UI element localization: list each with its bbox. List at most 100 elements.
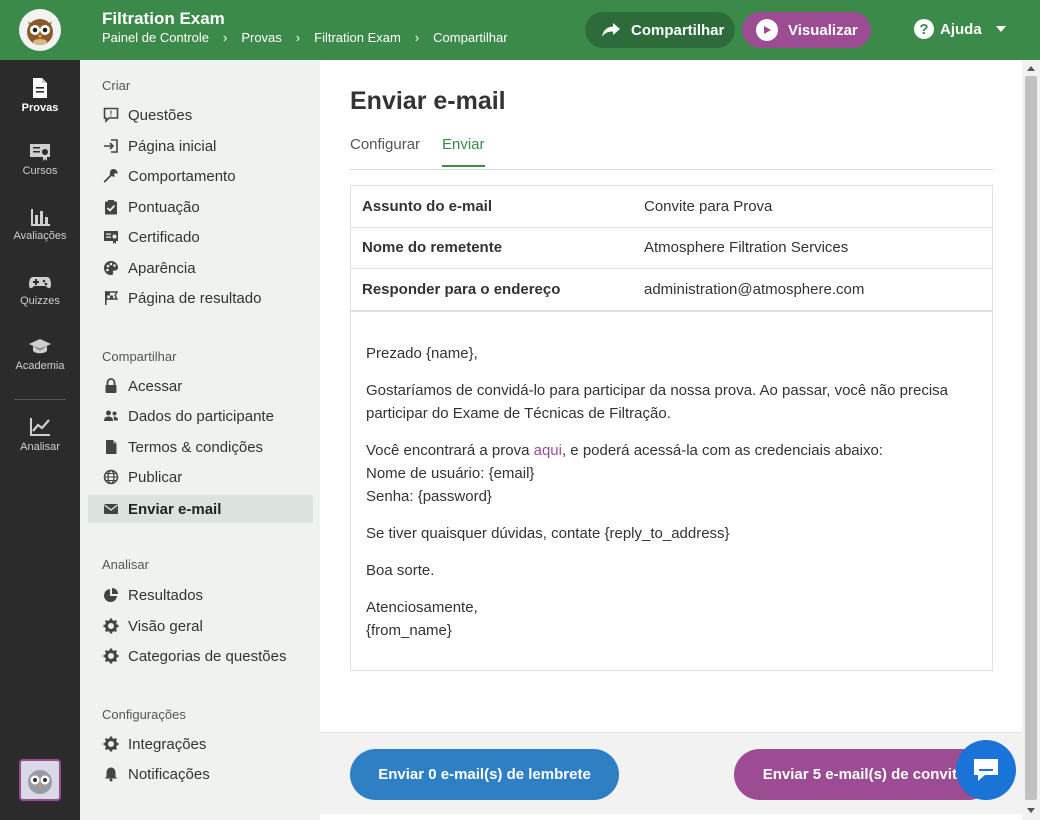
sidebar-item-label: Notificações <box>128 765 210 783</box>
sidebar-item-label: Certificado <box>128 228 200 246</box>
share-arrow-icon <box>602 23 620 37</box>
field-label: Assunto do e-mail <box>362 197 493 215</box>
breadcrumb-exam[interactable]: Filtration Exam <box>314 30 401 45</box>
avatar[interactable] <box>19 759 61 801</box>
email-body-preview: Prezado {name}, Gostaríamos de convidá-l… <box>350 310 993 671</box>
sidebar-item-overview[interactable]: Visão geral <box>88 612 313 640</box>
nav-item-tests[interactable]: Provas <box>0 77 80 114</box>
nav-item-analyze[interactable]: Analisar <box>0 416 80 453</box>
caret-down-icon <box>995 26 1006 32</box>
nav-item-courses[interactable]: Cursos <box>0 142 80 177</box>
share-button-label: Compartilhar <box>631 21 725 39</box>
users-icon <box>102 407 120 425</box>
field-value: administration@atmosphere.com <box>644 280 865 298</box>
sidebar-item-behavior[interactable]: Comportamento <box>88 162 313 190</box>
nav-item-academy[interactable]: Academia <box>0 337 80 372</box>
comment-question-icon: ! <box>102 106 120 124</box>
preview-button-label: Visualizar <box>788 21 858 39</box>
sidebar-item-label: Página inicial <box>128 137 217 155</box>
play-icon <box>756 19 778 41</box>
certificate-icon <box>102 228 120 246</box>
email-greeting: Prezado {name}, <box>366 345 478 362</box>
sidebar-item-label: Visão geral <box>128 617 203 635</box>
send-reminder-button[interactable]: Enviar 0 e-mail(s) de lembrete <box>350 749 619 800</box>
app-logo-container[interactable] <box>0 0 80 60</box>
section-title-share: Compartilhar <box>102 349 177 364</box>
nav-item-quizzes[interactable]: Quizzes <box>0 272 80 307</box>
bar-chart-icon <box>31 209 50 226</box>
breadcrumb-tests[interactable]: Provas <box>241 30 281 45</box>
sidebar-item-homepage[interactable]: Página inicial <box>88 132 313 160</box>
send-invite-button[interactable]: Enviar 5 e-mail(s) de convite <box>734 749 994 800</box>
sidebar-item-integrations[interactable]: Integrações <box>88 730 313 758</box>
document-icon <box>33 78 47 98</box>
tab-configure[interactable]: Configurar <box>350 136 420 165</box>
question-circle-icon: ? <box>914 19 934 39</box>
sidebar-item-notifications[interactable]: Notificações <box>88 760 313 788</box>
username-line: Nome de usuário: {email} <box>366 465 535 482</box>
action-footer: Enviar 0 e-mail(s) de lembrete Enviar 5 … <box>320 732 1022 814</box>
sign-in-icon <box>102 137 120 155</box>
flag-checkered-icon <box>102 289 120 307</box>
globe-icon <box>102 468 120 486</box>
envelope-icon <box>102 500 120 518</box>
sidebar-item-results[interactable]: Resultados <box>88 581 313 609</box>
sidebar-item-terms[interactable]: Termos & condições <box>88 433 313 461</box>
scroll-up-arrow-icon[interactable] <box>1027 66 1035 71</box>
sidebar-item-label: Categorias de questões <box>128 647 287 665</box>
sidebar-item-certificate[interactable]: Certificado <box>88 223 313 251</box>
vertical-scrollbar[interactable] <box>1022 60 1040 820</box>
sidebar-item-publish[interactable]: Publicar <box>88 463 313 491</box>
email-signoff: Atenciosamente, {from_name} <box>366 596 977 642</box>
email-text: Você encontrará a prova <box>366 442 534 459</box>
email-text: , e poderá acessá-la com as credenciais … <box>561 442 883 459</box>
tab-send[interactable]: Enviar <box>442 136 485 167</box>
page-heading-title: Filtration Exam <box>102 9 225 28</box>
sidebar-item-scoring[interactable]: Pontuação <box>88 193 313 221</box>
field-value: Convite para Prova <box>644 197 773 215</box>
sidebar-item-label: Pontuação <box>128 198 200 216</box>
exam-link[interactable]: aqui <box>534 442 562 459</box>
sidebar-item-label: Comportamento <box>128 167 236 185</box>
sidebar-item-label: Termos & condições <box>128 438 264 456</box>
scroll-down-arrow-icon[interactable] <box>1027 808 1035 813</box>
email-paragraph: Se tiver quaisquer dúvidas, contate {rep… <box>366 525 730 542</box>
breadcrumb-dashboard[interactable]: Painel de Controle <box>102 30 209 45</box>
owl-logo-icon[interactable] <box>19 9 61 51</box>
chevron-right-icon: › <box>414 30 420 45</box>
chat-launcher-button[interactable] <box>956 740 1016 800</box>
sidebar-item-participant-data[interactable]: Dados do participante <box>88 402 313 430</box>
sidebar-item-label: Aparência <box>128 259 196 277</box>
email-paragraph: Gostaríamos de convidá-lo para participa… <box>366 382 948 422</box>
sidebar-item-access[interactable]: Acessar <box>88 372 313 400</box>
section-title-analyze: Analisar <box>102 557 149 572</box>
sidebar-item-label: Acessar <box>128 377 183 395</box>
help-menu[interactable]: ? Ajuda <box>914 19 1006 39</box>
sidebar-item-questions[interactable]: ! Questões <box>88 101 313 129</box>
email-paragraph: Boa sorte. <box>366 562 435 579</box>
sidebar-item-label: Questões <box>128 106 193 124</box>
preview-button[interactable]: Visualizar <box>742 12 871 48</box>
sidebar-item-question-categories[interactable]: Categorias de questões <box>88 642 313 670</box>
gear-icon <box>102 617 120 635</box>
sidebar-item-send-email[interactable]: Enviar e-mail <box>88 495 313 523</box>
gear-icon <box>102 735 120 753</box>
scroll-thumb[interactable] <box>1025 76 1037 800</box>
sidebar-item-appearance[interactable]: Aparência <box>88 254 313 282</box>
nav-label-quizzes: Quizzes <box>20 295 60 307</box>
page-title: Enviar e-mail <box>350 87 506 115</box>
bell-icon <box>102 765 120 783</box>
share-button[interactable]: Compartilhar <box>585 12 735 48</box>
palette-icon <box>102 259 120 277</box>
nav-label-assessments: Avaliações <box>13 230 67 242</box>
email-credentials-block: Você encontrará a prova aqui, e poderá a… <box>366 439 977 508</box>
nav-item-assessments[interactable]: Avaliações <box>0 207 80 242</box>
top-header: Filtration Exam Painel de Controle › Pro… <box>0 0 1040 60</box>
gamepad-icon <box>29 277 51 289</box>
sidebar-item-result-page[interactable]: Página de resultado <box>88 284 313 312</box>
breadcrumb-share: Compartilhar <box>433 30 508 45</box>
sidebar-item-label: Enviar e-mail <box>128 500 222 518</box>
graduation-cap-icon <box>29 339 51 354</box>
certificate-icon <box>30 144 50 161</box>
breadcrumb: Painel de Controle › Provas › Filtration… <box>102 30 508 45</box>
